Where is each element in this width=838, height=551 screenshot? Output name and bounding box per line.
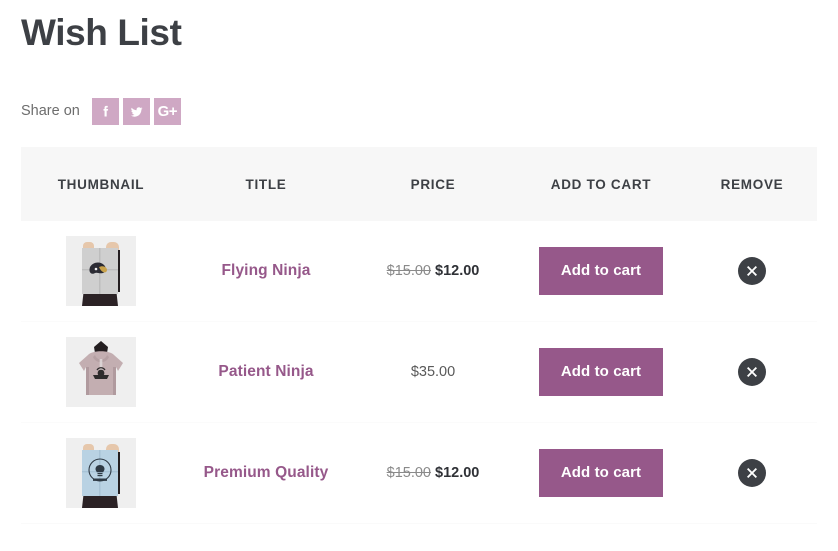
remove-button[interactable] (738, 257, 766, 285)
table-row: Patient Ninja $35.00 Add to cart (21, 321, 817, 423)
column-header-thumbnail: THUMBNAIL (21, 147, 181, 221)
product-hoodie-thumbnail[interactable] (66, 337, 136, 407)
column-header-add-to-cart: ADD TO CART (515, 147, 687, 221)
cell-title: Premium Quality (181, 422, 351, 524)
price-new: $35.00 (410, 364, 456, 380)
cell-price: $15.00 $12.00 (351, 422, 515, 524)
product-title-link[interactable]: Flying Ninja (221, 262, 310, 279)
remove-button[interactable] (738, 459, 766, 487)
remove-circle-x-icon (744, 263, 760, 279)
column-header-price: PRICE (351, 147, 515, 221)
cell-remove (687, 422, 817, 524)
cell-title: Patient Ninja (181, 321, 351, 423)
column-header-title: TITLE (181, 147, 351, 221)
cell-thumbnail (21, 422, 181, 524)
product-poster-blue-thumbnail[interactable] (66, 438, 136, 508)
page-title: Wish List (21, 12, 182, 53)
cell-remove (687, 221, 817, 322)
price: $35.00 (411, 364, 455, 380)
product-title-link[interactable]: Patient Ninja (218, 363, 313, 380)
google-plus-icon: G+ (157, 102, 178, 120)
price: $15.00 $12.00 (387, 465, 480, 481)
table-row: Premium Quality $15.00 $12.00 Add to cart (21, 422, 817, 524)
facebook-icon (97, 103, 114, 120)
price: $15.00 $12.00 (387, 263, 480, 279)
product-poster-ninja-thumbnail[interactable] (66, 236, 136, 306)
cell-remove (687, 321, 817, 423)
table-row: Flying Ninja $15.00 $12.00 Add to cart (21, 221, 817, 322)
product-title-link[interactable]: Premium Quality (204, 464, 329, 481)
add-to-cart-button[interactable]: Add to cart (539, 348, 663, 396)
add-to-cart-button[interactable]: Add to cart (539, 449, 663, 497)
price-old: $15.00 (386, 263, 431, 279)
share-twitter-button[interactable] (122, 97, 150, 125)
add-to-cart-button[interactable]: Add to cart (539, 247, 663, 295)
cell-price: $15.00 $12.00 (351, 221, 515, 322)
wishlist-page: Wish List Share on G+ THUMBNAIL TITLE PR… (0, 0, 838, 551)
cell-price: $35.00 (351, 321, 515, 423)
share-row: Share on G+ (21, 96, 185, 126)
table-header-row: THUMBNAIL TITLE PRICE ADD TO CART REMOVE (21, 147, 817, 221)
column-header-remove: REMOVE (687, 147, 817, 221)
table-header: THUMBNAIL TITLE PRICE ADD TO CART REMOVE (21, 147, 817, 221)
cell-thumbnail (21, 321, 181, 423)
price-old: $15.00 (386, 465, 431, 481)
remove-button[interactable] (738, 358, 766, 386)
cell-add-to-cart: Add to cart (515, 422, 687, 524)
price-new: $12.00 (435, 465, 480, 481)
remove-circle-x-icon (744, 364, 760, 380)
twitter-icon (128, 103, 145, 120)
cell-thumbnail (21, 221, 181, 322)
cell-add-to-cart: Add to cart (515, 321, 687, 423)
cell-title: Flying Ninja (181, 221, 351, 322)
remove-circle-x-icon (744, 465, 760, 481)
share-facebook-button[interactable] (91, 97, 119, 125)
wishlist-table: THUMBNAIL TITLE PRICE ADD TO CART REMOVE (21, 147, 817, 524)
share-googleplus-button[interactable]: G+ (153, 97, 181, 125)
price-new: $12.00 (435, 263, 480, 279)
cell-add-to-cart: Add to cart (515, 221, 687, 322)
share-label: Share on (21, 103, 80, 119)
